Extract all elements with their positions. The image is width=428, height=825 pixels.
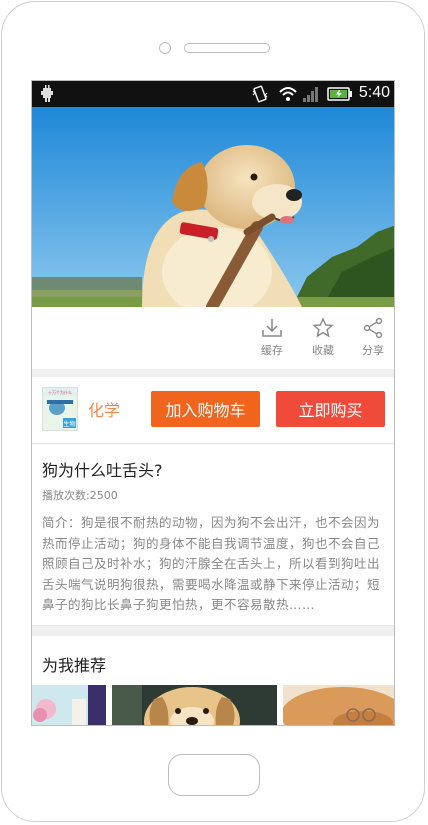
star-icon [312, 317, 334, 338]
dog-photo [32, 107, 394, 307]
play-count: 播放次数:2500 [42, 489, 118, 502]
vibrate-icon [252, 85, 268, 103]
recommend-thumbnail [112, 685, 277, 725]
course-row: 十万个为什么 生物 化学 加入购物车 立即购买 [32, 377, 394, 444]
app-screen: 5:40 缓存 收藏 分享 十万个为什么 生物 化学 加入购物车 立即购买 狗为… [31, 80, 395, 726]
share-icon [363, 317, 383, 339]
cover-title: 十万个为什么 [48, 389, 72, 395]
section-divider-2 [32, 625, 394, 636]
usb-debug-icon [41, 85, 53, 102]
favorite-label: 收藏 [312, 344, 334, 357]
status-time: 5:40 [358, 84, 390, 101]
cache-button[interactable]: 缓存 [252, 317, 292, 358]
recommend-thumbnail [283, 685, 394, 725]
add-to-cart-button[interactable]: 加入购物车 [151, 391, 260, 427]
cover-subject: 生物 [63, 420, 75, 428]
recommend-item[interactable] [283, 685, 394, 725]
recommend-item[interactable] [112, 685, 277, 725]
video-player-image[interactable] [32, 107, 394, 307]
recommend-thumbnail [32, 685, 106, 725]
book-cover-image: 十万个为什么 生物 [43, 388, 77, 430]
course-category[interactable]: 化学 [88, 397, 120, 421]
earpiece-speaker [184, 43, 270, 53]
video-title: 狗为什么吐舌头? [42, 461, 163, 480]
cache-label: 缓存 [261, 344, 283, 357]
front-camera [159, 42, 171, 54]
recommend-item[interactable] [32, 685, 106, 725]
video-intro: 简介：狗是很不耐热的动物，因为狗不会出汗，也不会因为热而停止活动；狗的身体不能自… [42, 515, 381, 612]
status-bar: 5:40 [32, 81, 394, 107]
course-cover[interactable]: 十万个为什么 生物 [42, 387, 78, 431]
section-divider [32, 369, 394, 377]
buy-now-button[interactable]: 立即购买 [276, 391, 385, 427]
action-bar: 缓存 收藏 分享 [32, 307, 394, 369]
home-button[interactable] [168, 754, 260, 796]
share-label: 分享 [362, 344, 384, 357]
favorite-button[interactable]: 收藏 [303, 317, 343, 358]
share-button[interactable]: 分享 [353, 317, 393, 358]
download-icon [262, 319, 282, 337]
wifi-icon [279, 87, 297, 101]
battery-charging-icon [327, 87, 352, 101]
recommend-list [32, 685, 394, 725]
signal-icon [303, 87, 318, 102]
recommend-title: 为我推荐 [42, 656, 107, 675]
